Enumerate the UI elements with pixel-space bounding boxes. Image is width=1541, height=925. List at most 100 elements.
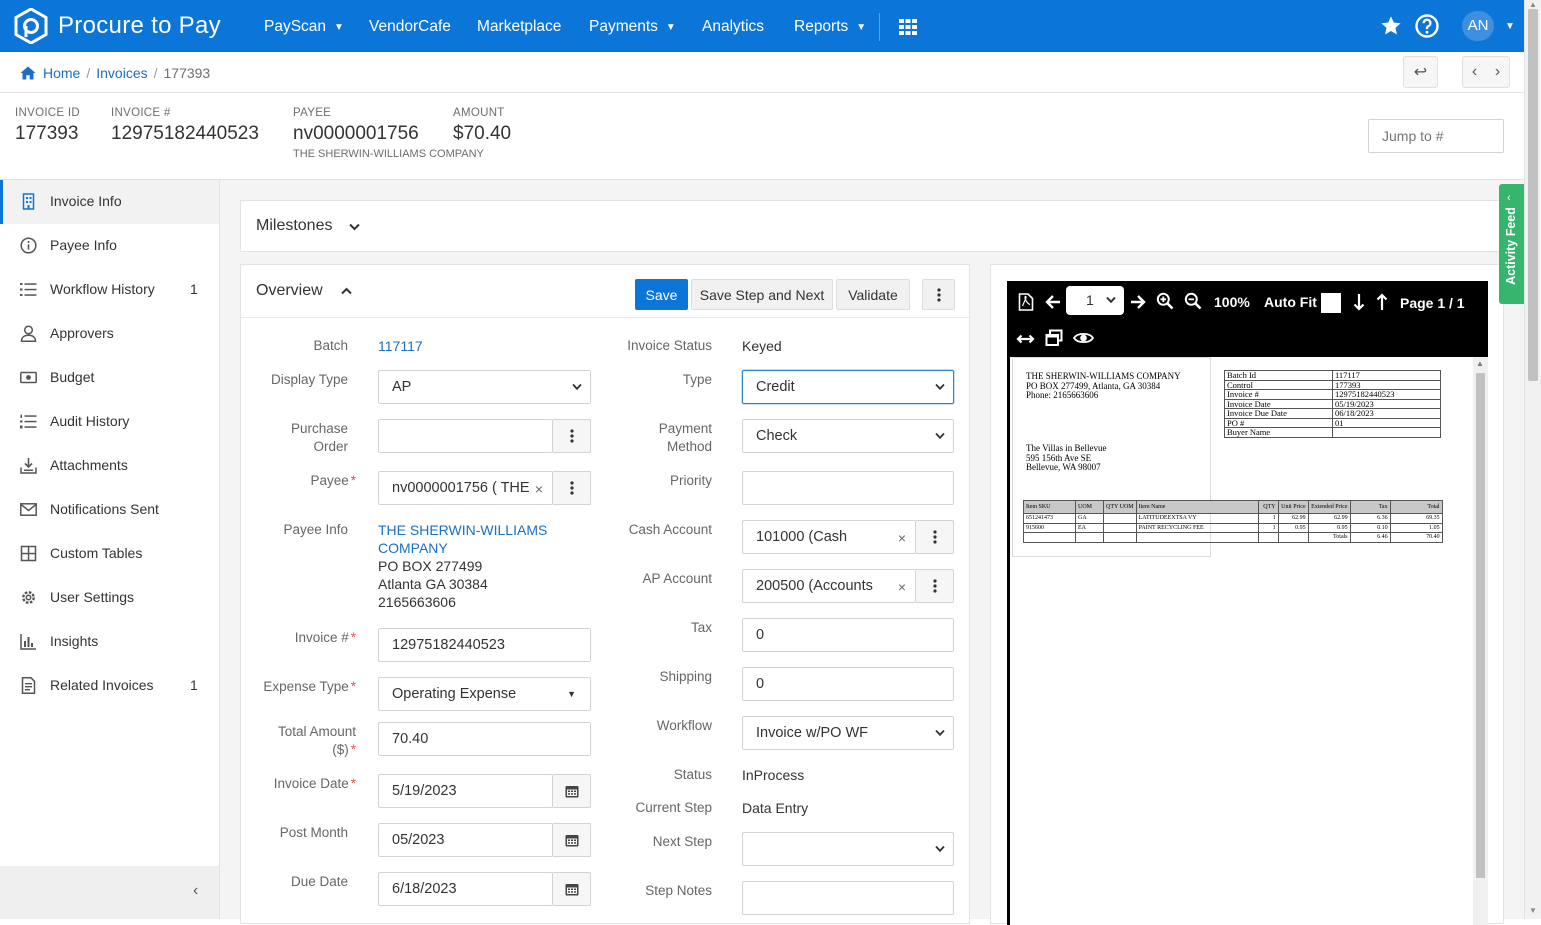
total-amount-input[interactable]: 70.40 xyxy=(378,722,591,756)
shipping-input[interactable]: 0 xyxy=(742,667,954,701)
chevron-down-icon[interactable] xyxy=(349,223,360,231)
calendar-icon xyxy=(565,786,578,798)
arrow-up-icon[interactable] xyxy=(1376,293,1388,311)
ap-account-select[interactable]: 200500 (Accounts × xyxy=(742,569,916,603)
workflow-select[interactable]: Invoice w/PO WF xyxy=(742,716,954,750)
purchase-order-input[interactable] xyxy=(378,419,553,453)
step-notes-input[interactable] xyxy=(742,881,954,915)
brand[interactable]: Procure to Pay xyxy=(14,8,221,44)
ap-account-menu-button[interactable] xyxy=(916,569,954,603)
clear-icon[interactable]: × xyxy=(535,473,543,504)
pdf-file-icon[interactable] xyxy=(1017,293,1035,311)
sidebar-item-count: 1 xyxy=(190,281,198,297)
scroll-up-arrow-icon[interactable]: ▲ xyxy=(1476,359,1484,368)
scroll-down-arrow-icon[interactable]: ▼ xyxy=(1529,906,1537,915)
sidebar-item-invoice-info[interactable]: Invoice Info xyxy=(0,180,219,224)
clear-icon[interactable]: × xyxy=(898,522,906,553)
nav-reports[interactable]: Reports ▼ xyxy=(794,0,866,52)
arrow-right-icon[interactable] xyxy=(1129,293,1147,311)
auto-fit-checkbox[interactable] xyxy=(1321,293,1341,313)
sidebar-item-approvers[interactable]: Approvers xyxy=(0,312,219,356)
eye-icon[interactable] xyxy=(1073,329,1094,347)
post-month-input[interactable]: 05/2023 xyxy=(378,823,553,857)
activity-feed-tab[interactable]: ‹ Activity Feed xyxy=(1499,184,1524,304)
viewer-scrollbar[interactable]: ▲ xyxy=(1473,357,1488,925)
sidebar-item-audit-history[interactable]: Audit History xyxy=(0,400,219,444)
tax-input[interactable]: 0 xyxy=(742,618,954,652)
sidebar-item-insights[interactable]: Insights xyxy=(0,620,219,664)
jump-to-input[interactable] xyxy=(1368,119,1504,153)
chevron-up-icon[interactable] xyxy=(341,287,352,295)
zoom-in-icon[interactable] xyxy=(1156,292,1174,310)
doc-lines-cell: LATITUDEEXTSA VY xyxy=(1135,513,1259,524)
due-date-input[interactable]: 6/18/2023 xyxy=(378,872,553,906)
nav-payments[interactable]: Payments ▼ xyxy=(589,0,676,52)
doc-meta-cell: 06/18/2023 xyxy=(1332,408,1441,419)
help-icon[interactable] xyxy=(1415,14,1439,38)
user-avatar[interactable]: AN xyxy=(1462,11,1494,41)
nav-payscan[interactable]: PayScan ▼ xyxy=(264,0,344,52)
sidebar-item-attachments[interactable]: Attachments xyxy=(0,444,219,488)
breadcrumb-invoices[interactable]: Invoices xyxy=(96,65,147,81)
page-scrollbar[interactable]: ▲ ▼ xyxy=(1524,0,1541,919)
window-restore-icon[interactable] xyxy=(1045,329,1063,347)
star-icon[interactable] xyxy=(1380,15,1402,37)
sidebar-item-workflow-history[interactable]: Workflow History 1 xyxy=(0,268,219,312)
save-button[interactable]: Save xyxy=(635,279,688,310)
doc-lines-cell: 6.36 xyxy=(1349,513,1391,524)
doc-lines-cell: 915600 xyxy=(1023,522,1076,533)
invoice-date-input[interactable]: 5/19/2023 xyxy=(378,774,553,808)
sidebar-item-notifications-sent[interactable]: Notifications Sent xyxy=(0,488,219,532)
cash-account-menu-button[interactable] xyxy=(916,520,954,554)
clear-icon[interactable]: × xyxy=(898,571,906,602)
document-page[interactable]: THE SHERWIN-WILLIAMS COMPANY PO BOX 2774… xyxy=(1007,357,1488,925)
validate-button[interactable]: Validate xyxy=(836,279,910,310)
next-step-select[interactable] xyxy=(742,832,954,866)
payment-method-select[interactable]: Check xyxy=(742,419,954,453)
arrow-left-icon[interactable] xyxy=(1044,293,1062,311)
nav-marketplace[interactable]: Marketplace xyxy=(477,0,561,52)
caret-down-icon[interactable]: ▼ xyxy=(1505,21,1515,32)
auto-fit-button[interactable]: Auto Fit xyxy=(1264,294,1317,310)
arrow-down-icon[interactable] xyxy=(1353,293,1365,311)
cash-account-select[interactable]: 101000 (Cash × xyxy=(742,520,916,554)
sidebar-item-label: Approvers xyxy=(50,325,114,341)
scroll-up-arrow-icon[interactable]: ▲ xyxy=(1529,0,1537,9)
sidebar-collapse-button[interactable]: ‹ xyxy=(0,866,219,919)
save-step-next-button[interactable]: Save Step and Next xyxy=(691,279,833,310)
payee-select[interactable]: nv0000001756 ( THE × xyxy=(378,471,553,505)
nav-analytics[interactable]: Analytics xyxy=(702,0,764,52)
priority-input[interactable] xyxy=(742,471,954,505)
return-button[interactable]: ↩ xyxy=(1403,56,1438,88)
doc-lines-cell: GA xyxy=(1075,513,1104,524)
milestones-panel[interactable]: Milestones xyxy=(240,200,1504,252)
expense-type-select[interactable]: Operating Expense ▼ xyxy=(378,677,591,711)
breadcrumb-home[interactable]: Home xyxy=(43,65,80,81)
sidebar-item-user-settings[interactable]: User Settings xyxy=(0,576,219,620)
apps-grid-icon[interactable] xyxy=(899,19,917,35)
invoice-number-input[interactable]: 12975182440523 xyxy=(378,628,591,662)
fit-width-icon[interactable] xyxy=(1016,330,1035,348)
chevron-right-icon[interactable]: › xyxy=(1495,63,1500,81)
chevron-left-icon[interactable]: ‹ xyxy=(1472,63,1477,81)
file-invoice-icon xyxy=(21,677,36,694)
nav-vendorcafe[interactable]: VendorCafe xyxy=(369,0,451,52)
more-options-button[interactable] xyxy=(922,279,955,310)
doc-lines-cell: 62.99 xyxy=(1307,513,1351,524)
sidebar-item-custom-tables[interactable]: Custom Tables xyxy=(0,532,219,576)
sidebar-item-related-invoices[interactable]: Related Invoices 1 xyxy=(0,664,219,708)
batch-link[interactable]: 117117 xyxy=(378,337,423,355)
display-type-select[interactable]: AP xyxy=(378,370,591,404)
sidebar-item-payee-info[interactable]: Payee Info xyxy=(0,224,219,268)
display-type-label: Display Type xyxy=(270,372,348,387)
viewer-scrollbar-thumb[interactable] xyxy=(1476,373,1485,878)
zoom-out-icon[interactable] xyxy=(1184,292,1202,310)
doc-lines-header-cell: QTY UOM xyxy=(1103,500,1137,514)
page-select[interactable]: 1 xyxy=(1066,286,1124,315)
label-line: Method xyxy=(666,439,712,454)
sidebar-item-budget[interactable]: Budget xyxy=(0,356,219,400)
type-select[interactable]: Credit xyxy=(742,370,954,404)
scrollbar-thumb[interactable] xyxy=(1528,9,1538,381)
payee-info-name-link[interactable]: THE SHERWIN-WILLIAMS COMPANY xyxy=(378,521,547,557)
home-icon[interactable] xyxy=(20,66,36,80)
